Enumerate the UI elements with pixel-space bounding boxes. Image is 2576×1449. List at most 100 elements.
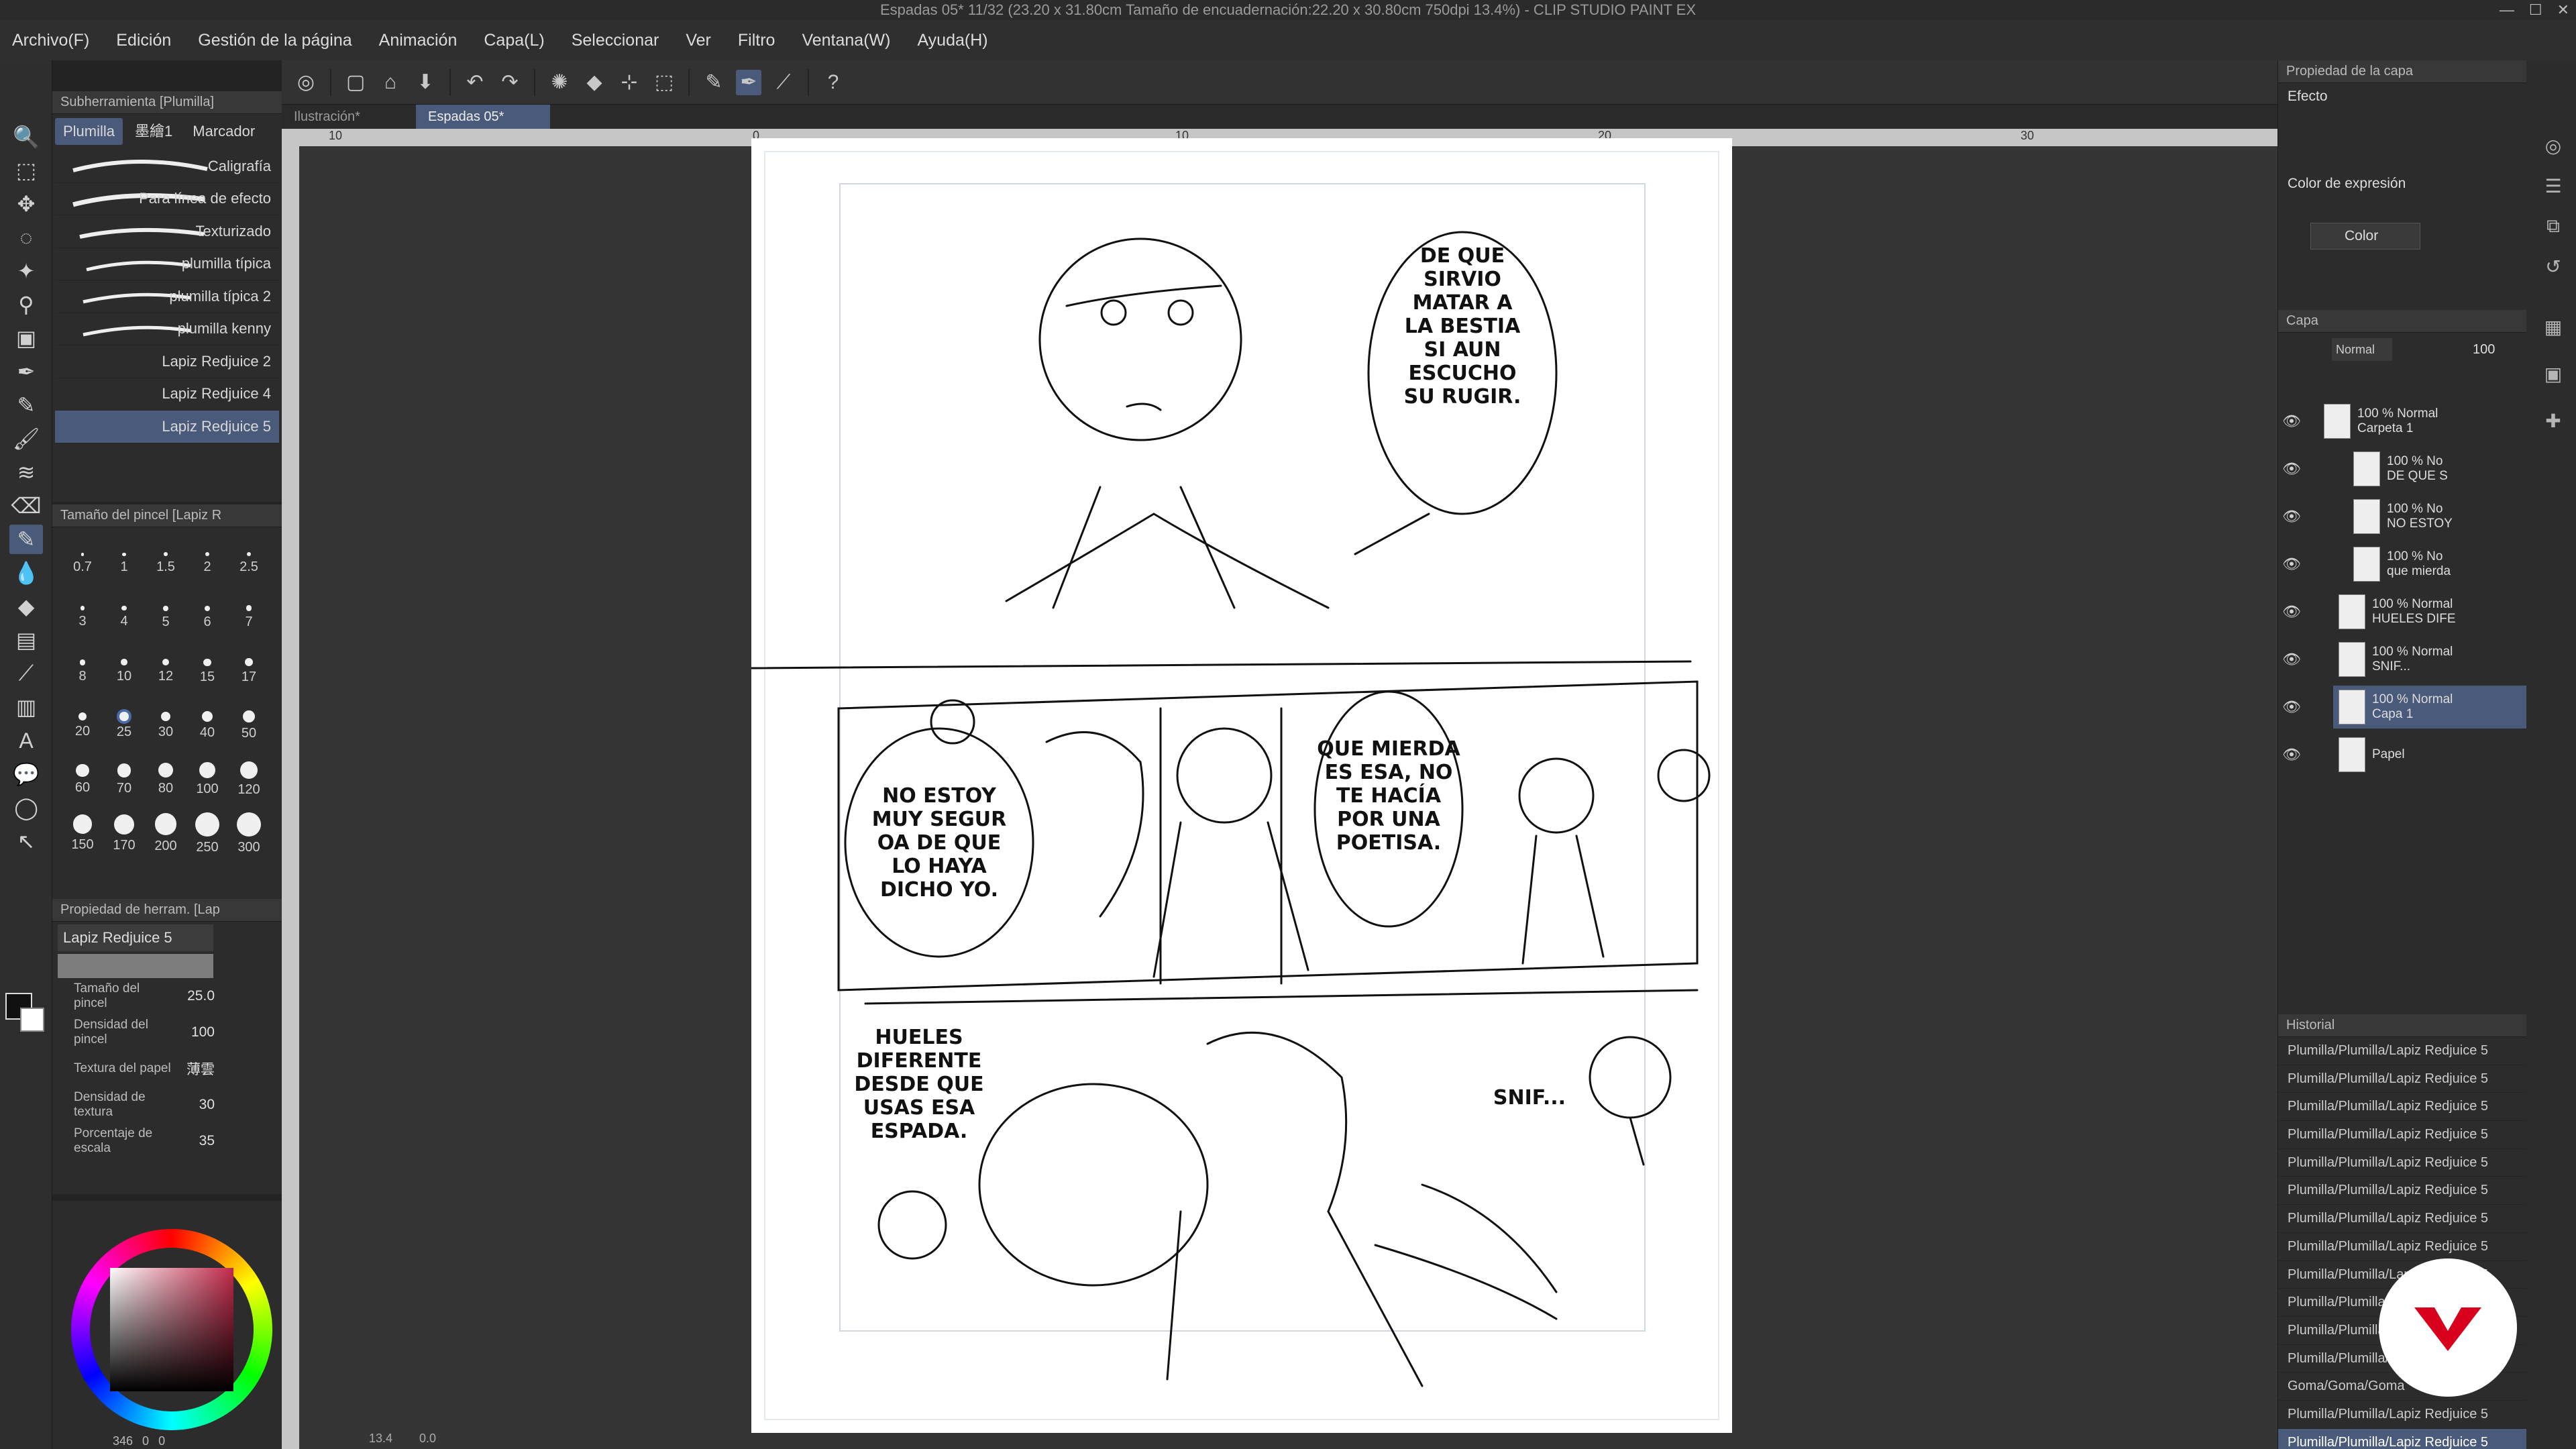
zoom-tool-icon[interactable]: 🔍 [9,122,43,152]
canvas-area[interactable]: Ilustración* Espadas 05* 11/32 10 0 10 2… [282,105,2277,1449]
correct-line-tool-icon[interactable]: ◯ [9,793,43,822]
brush-size-option[interactable]: 0.7 [62,537,103,591]
pen-tool-icon[interactable]: ✒ [9,357,43,386]
brush-size-option[interactable]: 1 [103,537,145,591]
brush-size-option[interactable]: 150 [62,807,103,861]
visibility-eye-icon[interactable]: 👁 [2278,746,2305,763]
layer-search-icon[interactable]: ⧉ [2536,209,2570,243]
gradient-tool-icon[interactable]: ▤ [9,625,43,655]
visibility-eye-icon[interactable]: 👁 [2278,460,2305,478]
hue-ring[interactable] [71,1229,272,1430]
transform-icon[interactable]: ⊹ [616,70,642,95]
menu-filter[interactable]: Filtro [738,31,775,50]
property-texture-density[interactable]: Densidad de textura 30 [52,1087,282,1123]
auto-select-tool-icon[interactable]: ✦ [9,256,43,286]
expression-color-dropdown[interactable]: Color [2310,223,2420,250]
property-brush-density[interactable]: Densidad del pincel 100 [52,1014,282,1051]
airbrush-tool-icon[interactable]: ≋ [9,458,43,487]
text-tool-icon[interactable]: A [9,726,43,755]
sub-color-swatch[interactable] [20,1008,44,1032]
brush-size-option[interactable]: 300 [228,807,270,861]
subtool-item-selected[interactable]: Lapiz Redjuice 5 [55,411,279,443]
menu-window[interactable]: Ventana(W) [802,31,890,50]
brush-size-option[interactable]: 40 [186,699,228,753]
visibility-eye-icon[interactable]: 👁 [2278,555,2305,573]
menu-help[interactable]: Ayuda(H) [917,31,987,50]
brush-size-option[interactable]: 7 [228,591,270,645]
layer-body[interactable]: 100 % Normal SNIF... [2333,638,2526,681]
subtool-item[interactable]: Lapiz Redjuice 2 [55,345,279,378]
layer-row[interactable]: 👁 100 % Normal HUELES DIFE [2278,589,2526,635]
menu-file[interactable]: Archivo(F) [12,31,89,50]
manga-page[interactable]: DE QUE SIRVIO MATAR A LA BESTIA SI AUN E… [751,138,1732,1433]
item-bank-icon[interactable]: ✚ [2536,404,2570,437]
pen-correction-icon[interactable]: ✎ [701,70,727,95]
menu-page-management[interactable]: Gestión de la página [198,31,352,50]
sub-view-icon[interactable]: ▣ [2536,357,2570,390]
history-icon[interactable]: ↺ [2536,250,2570,283]
visibility-eye-icon[interactable]: 👁 [2278,651,2305,668]
property-value[interactable]: 30 [174,1097,215,1113]
layer-row[interactable]: 👁 Papel [2278,732,2526,777]
history-entry[interactable]: Plumilla/Plumilla/Lapiz Redjuice 5 [2278,1093,2526,1122]
subtool-tab-marcador[interactable]: Marcador [184,118,263,145]
subtool-item[interactable]: Lapiz Redjuice 4 [55,378,279,411]
history-entry[interactable]: Plumilla/Plumilla/Lapiz Redjuice 5 [2278,1205,2526,1233]
history-entry[interactable]: Plumilla/Plumilla/Lapiz Redjuice 5 [2278,1065,2526,1093]
layer-body[interactable]: 100 % Normal Capa 1 [2333,686,2526,729]
brush-size-option[interactable]: 30 [145,699,186,753]
layer-row[interactable]: 👁 100 % Normal Capa 1 [2278,684,2526,730]
history-entry[interactable]: Plumilla/Plumilla/Lapiz Redjuice 5 [2278,1233,2526,1261]
brush-size-option[interactable]: 20 [62,699,103,753]
zoom-readout[interactable]: 13.4 [369,1432,392,1446]
subtool-item[interactable]: Texturizado [55,215,279,248]
brush-size-option[interactable]: 15 [186,645,228,699]
menu-view[interactable]: Ver [686,31,711,50]
brush-size-option[interactable]: 100 [186,753,228,807]
brush-size-option[interactable]: 120 [228,753,270,807]
snap-icon[interactable]: ⟋ [771,70,796,95]
brush-size-option[interactable]: 5 [145,591,186,645]
property-brush-size[interactable]: Tamaño del pincel 25.0 [52,978,282,1014]
layer-row[interactable]: 👁 100 % No NO ESTOY [2278,494,2526,539]
tab-espadas[interactable]: Espadas 05* 11/32 [416,105,550,148]
subtool-item[interactable]: Para línea de efecto [55,183,279,215]
brush-size-option[interactable]: 80 [145,753,186,807]
operation-tool-icon[interactable]: ⬚ [9,156,43,185]
brush-size-option[interactable]: 8 [62,645,103,699]
property-value[interactable]: 25.0 [174,988,215,1004]
navigator-icon[interactable]: ◎ [2536,129,2570,162]
help-icon[interactable]: ? [820,70,846,95]
opacity-value[interactable]: 100 [2473,338,2495,361]
visibility-eye-icon[interactable]: 👁 [2278,508,2305,525]
brush-tool-icon[interactable]: 🖌 [9,424,43,453]
fill-tool-icon[interactable]: ◆ [9,592,43,621]
subtool-item[interactable]: Caligrafía [55,150,279,183]
close-icon[interactable]: ✕ [2557,0,2569,20]
history-entry[interactable]: Plumilla/Plumilla/Lapiz Redjuice 5 [2278,1037,2526,1065]
open-folder-icon[interactable]: ⌂ [378,70,403,95]
property-value[interactable]: 薄雲 [174,1059,215,1079]
menu-edit[interactable]: Edición [116,31,171,50]
brush-size-option[interactable]: 250 [186,807,228,861]
new-file-icon[interactable]: ▢ [343,70,368,95]
layer-body[interactable]: 100 % No NO ESTOY [2348,495,2526,538]
figure-tool-icon[interactable]: ⟋ [9,659,43,688]
stabilizer-icon[interactable]: ✒ [736,69,761,95]
angle-readout[interactable]: 0.0 [419,1432,436,1446]
layer-body[interactable]: 100 % No DE QUE S [2348,447,2526,490]
visibility-eye-icon[interactable]: 👁 [2278,698,2305,716]
maximize-icon[interactable]: ☐ [2529,0,2542,20]
subtool-item[interactable]: plumilla típica 2 [55,280,279,313]
property-value[interactable]: 100 [174,1024,215,1040]
deselect-icon[interactable]: ⬚ [651,70,677,95]
blend-tool-icon[interactable]: 💧 [9,558,43,588]
layer-row[interactable]: 👁 100 % Normal SNIF... [2278,637,2526,682]
brush-size-option[interactable]: 17 [228,645,270,699]
subtool-tab-ink[interactable]: 墨繪1 [127,118,180,145]
menu-layer[interactable]: Capa(L) [484,31,544,50]
blend-mode-dropdown[interactable]: Normal [2332,338,2392,361]
brush-size-option[interactable]: 3 [62,591,103,645]
brush-size-option[interactable]: 2.5 [228,537,270,591]
balloon-tool-icon[interactable]: 💬 [9,759,43,789]
